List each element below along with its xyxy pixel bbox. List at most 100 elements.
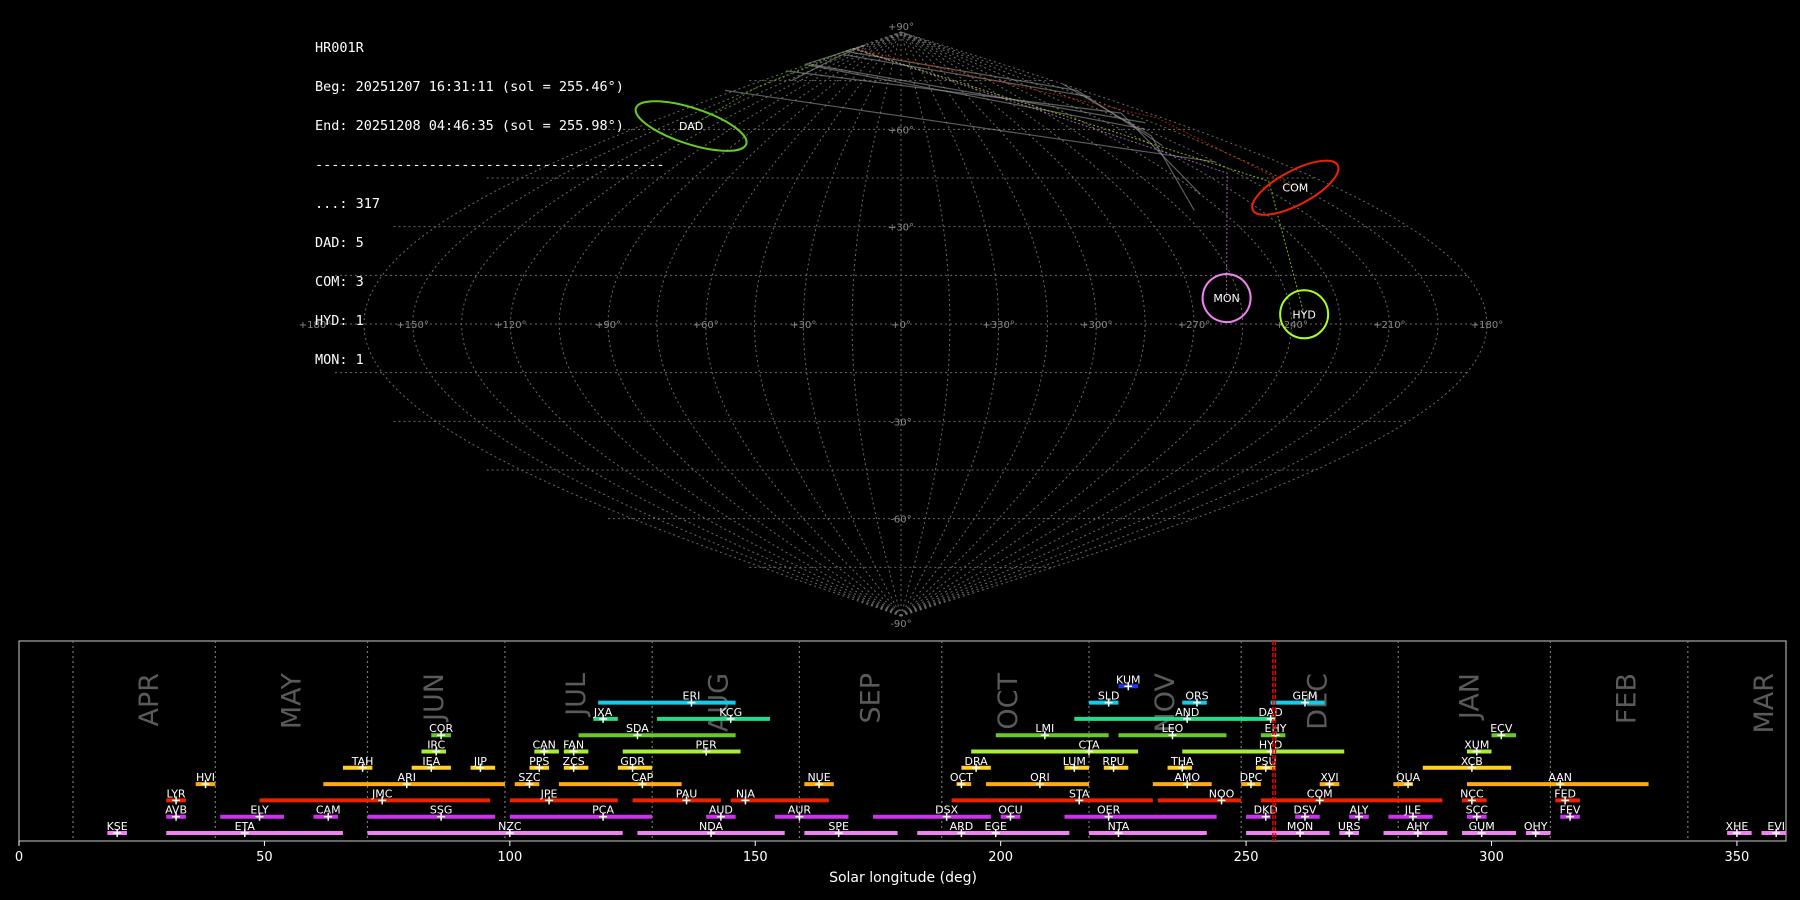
shower-label: LYR (167, 787, 186, 800)
lat-tick-label: -60° (890, 515, 911, 526)
separator-line: ----------------------------------------… (315, 157, 665, 173)
radiant-label: COM (1282, 182, 1308, 195)
shower-label: JLE (1404, 804, 1421, 817)
meteor-track (785, 70, 1201, 195)
month-label: JUL (561, 673, 592, 718)
radiant-label: DAD (679, 120, 703, 133)
radiant-label: MON (1213, 292, 1239, 305)
shower-label: XHE (1726, 820, 1749, 833)
x-tick-label: 0 (15, 850, 23, 865)
x-tick-label: 200 (988, 850, 1013, 865)
shower-label: JPE (540, 787, 558, 800)
shower-label: OER (1097, 804, 1121, 817)
shower-label: DSX (935, 804, 958, 817)
shower-label: LUM (1063, 755, 1086, 768)
shower-label: DKD (1254, 804, 1278, 817)
shower-label: MON (1287, 820, 1313, 833)
shower-label: NDA (699, 820, 724, 833)
shower-label: NZC (498, 820, 522, 833)
month-label: FEB (1612, 673, 1643, 724)
shower-label: JMC (371, 787, 393, 800)
lon-tick-label: +300° (1080, 320, 1112, 331)
shower-label: OHY (1524, 820, 1548, 833)
lon-tick-label: +60° (693, 320, 719, 331)
shower-label: IEA (422, 755, 440, 768)
shower-label: THA (1170, 755, 1194, 768)
shower-label: DAD (1258, 706, 1282, 719)
shower-label: HYD (1259, 739, 1282, 752)
shower-label: OCU (998, 804, 1022, 817)
shower-label: JIP (473, 755, 487, 768)
shower-label: PAU (676, 787, 698, 800)
shower-label: COR (429, 722, 453, 735)
count-com: COM: 3 (315, 274, 364, 290)
shower-label: NUE (807, 771, 830, 784)
shower-label: PSU (1255, 755, 1277, 768)
shower-label: FED (1554, 787, 1576, 800)
shower-label: CAM (316, 804, 341, 817)
shower-label: IRC (427, 739, 445, 752)
shower-label: EHY (1265, 722, 1287, 735)
lon-tick-label: +270° (1178, 320, 1210, 331)
shower-label: XCB (1461, 755, 1483, 768)
month-label: AUG (704, 673, 735, 732)
shower-label: NOO (1209, 787, 1235, 800)
radiant-label: HYD (1292, 308, 1315, 321)
x-tick-label: 150 (743, 850, 768, 865)
shower-label: ETA (235, 820, 256, 833)
month-label: APR (134, 673, 165, 727)
shower-label: GEM (1292, 690, 1317, 703)
shower-label: OCT (950, 771, 973, 784)
shower-label: FAN (563, 739, 584, 752)
month-label: DEC (1302, 673, 1333, 730)
shower-label: EVI (1767, 820, 1785, 833)
month-label: JAN (1455, 673, 1486, 721)
shower-label: PPS (529, 755, 549, 768)
x-tick-label: 250 (1234, 850, 1259, 865)
shower-label: ELY (250, 804, 269, 817)
timeline-frame (18, 640, 1787, 842)
meteor-track (724, 89, 1215, 163)
shower-label: NTA (1108, 820, 1130, 833)
lon-tick-label: +210° (1373, 320, 1405, 331)
meteor-track (791, 44, 865, 82)
shower-label: QUA (1396, 771, 1421, 784)
x-axis: 0 50 100 150 200 250 300 350 (15, 841, 1749, 865)
lon-tick-label: +180° (1471, 320, 1503, 331)
month-label: MAR (1749, 673, 1780, 734)
shower-label: KSE (107, 820, 128, 833)
x-tick-label: 300 (1479, 850, 1504, 865)
shower-label: GUM (1469, 820, 1495, 833)
shower-label: GDR (620, 755, 645, 768)
month-label: OCT (993, 673, 1024, 730)
station-id: HR001R (315, 40, 364, 56)
shower-label: SZC (518, 771, 541, 784)
x-tick-label: 50 (256, 850, 273, 865)
shower-label: PCA (592, 804, 614, 817)
current-sol-marker (1272, 641, 1277, 841)
lat-tick-label: -90° (890, 619, 911, 630)
shower-label: DRA (965, 755, 989, 768)
lon-tick-label: +30° (790, 320, 816, 331)
x-tick-label: 100 (497, 850, 522, 865)
shower-label: HVI (196, 771, 215, 784)
shower-label: NIA (736, 787, 755, 800)
shower-label: FEV (1560, 804, 1581, 817)
shower-label: COM (1307, 787, 1333, 800)
shower-label: ALY (1350, 804, 1369, 817)
shower-label: ORS (1185, 690, 1208, 703)
shower-label: ECV (1490, 722, 1513, 735)
shower-label: KUM (1116, 673, 1140, 686)
shower-label: AHY (1407, 820, 1430, 833)
lat-tick-label: -30° (890, 417, 911, 428)
shower-label: SPE (828, 820, 849, 833)
shower-label: NCC (1460, 787, 1484, 800)
shower-label: ZCS (563, 755, 585, 768)
count-mon: MON: 1 (315, 352, 364, 368)
lat-tick-label: +90° (888, 22, 914, 33)
count-dad: DAD: 5 (315, 235, 364, 251)
radiant-markers: DAD COM MON HYD (634, 100, 1340, 340)
shower-label: XUM (1464, 739, 1489, 752)
shower-label: DPC (1240, 771, 1263, 784)
shower-label: CAN (532, 739, 555, 752)
